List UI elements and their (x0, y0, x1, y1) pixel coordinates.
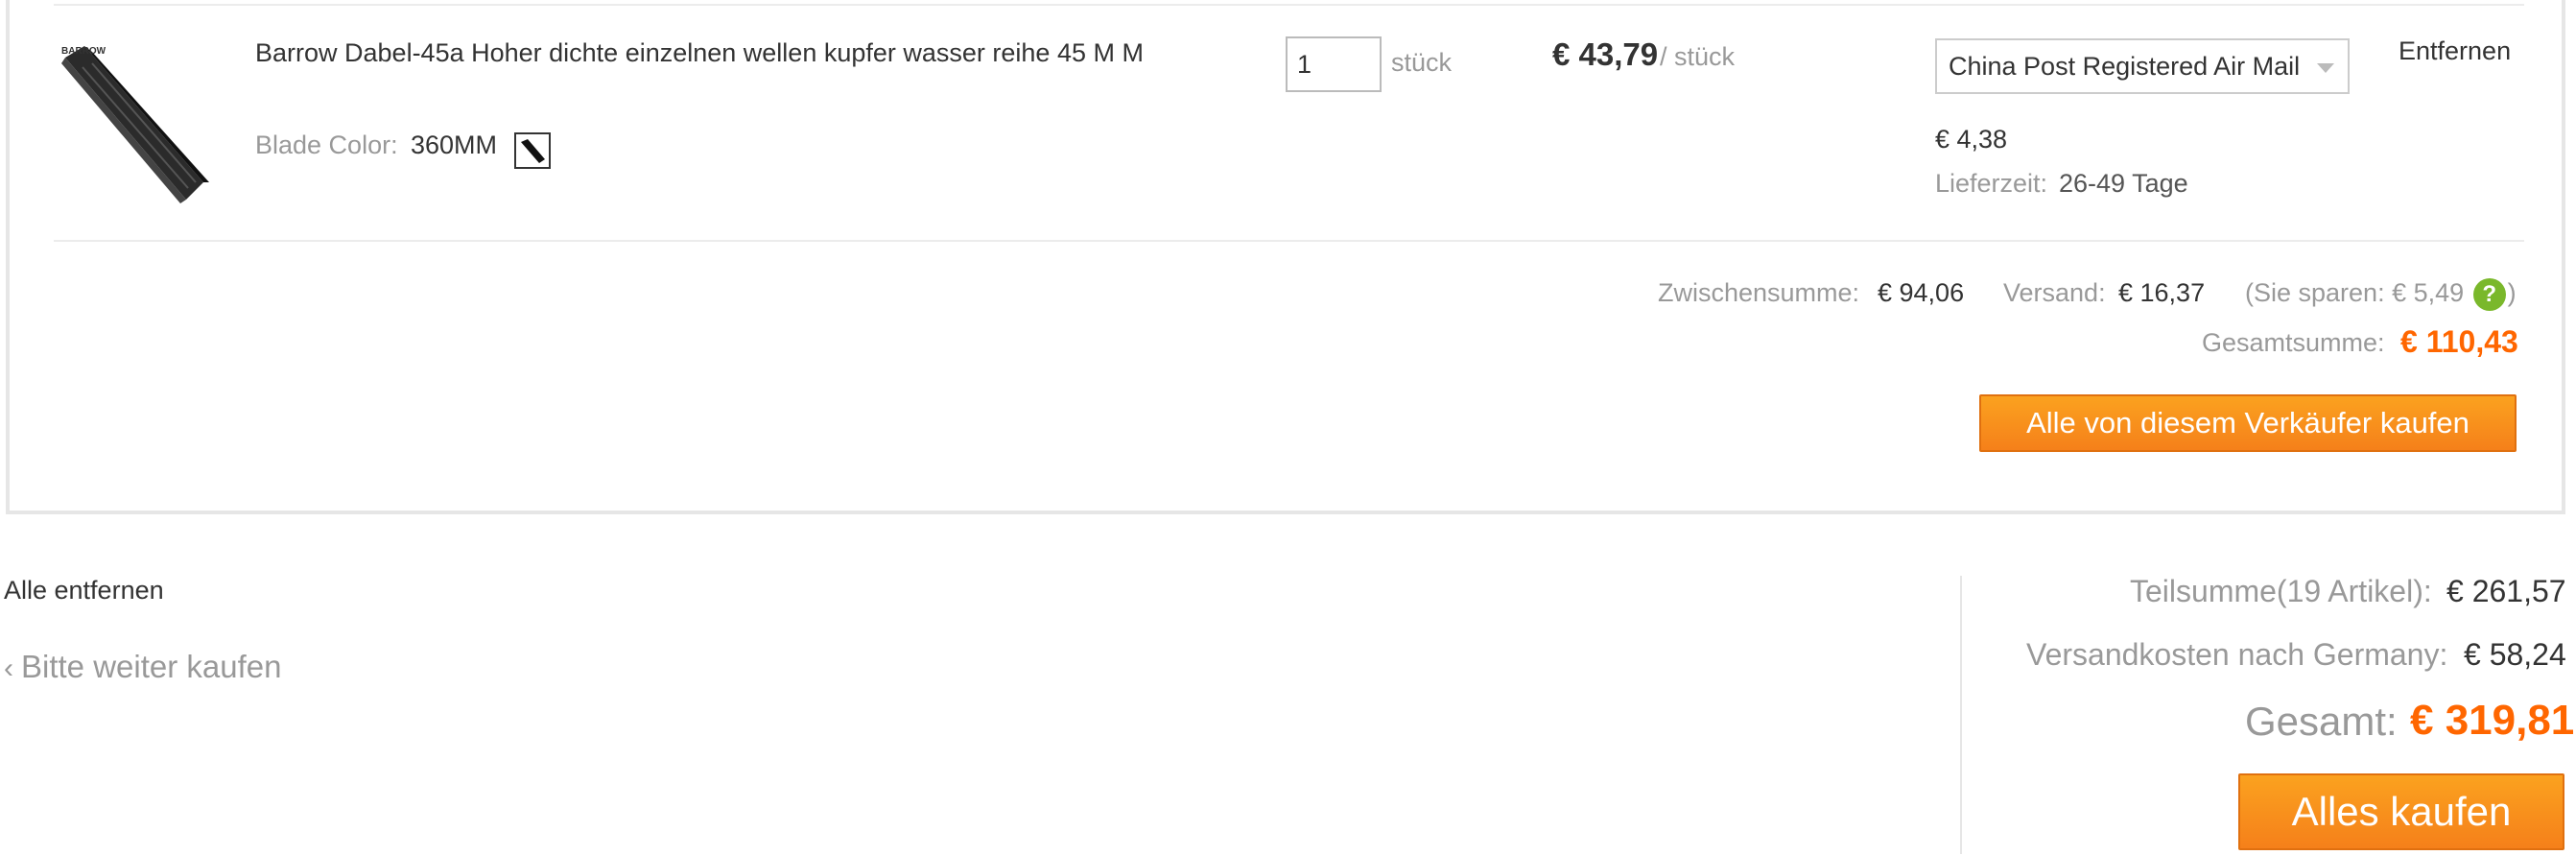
price-unit: / stück (1660, 42, 1736, 71)
radiator-image: BARROW (61, 46, 209, 203)
partial-sum-value: € 261,57 (2446, 574, 2566, 608)
caret-down-icon (2317, 63, 2334, 73)
savings-close: ) (2507, 278, 2517, 308)
shipping-cost: € 4,38 (1935, 125, 2008, 154)
seller-total-label: Gesamtsumme: (2202, 328, 2385, 357)
subtotal-label: Zwischensumme: (1658, 278, 1860, 307)
attribute-value: 360MM (411, 131, 498, 159)
remove-all-link[interactable]: Alle entfernen (4, 576, 164, 606)
color-swatch (514, 132, 551, 169)
attribute-label: Blade Color: (255, 131, 398, 159)
seller-shipping-label: Versand: (2003, 278, 2106, 307)
continue-shopping-label: Bitte weiter kaufen (21, 649, 282, 684)
seller-shipping-value: € 16,37 (2118, 278, 2206, 307)
subtotal-value: € 94,06 (1878, 278, 1965, 307)
savings-text: (Sie sparen: € 5,49 (2245, 278, 2465, 308)
quantity-unit: stück (1391, 48, 1453, 77)
chevron-left-icon: ‹ (4, 653, 13, 684)
buy-all-button[interactable]: Alles kaufen (2238, 773, 2564, 850)
seller-total-value: € 110,43 (2400, 324, 2518, 359)
unit-price: € 43,79 (1552, 36, 1659, 72)
quantity-input[interactable] (1286, 36, 1382, 92)
delivery-time-value: 26-49 Tage (2059, 169, 2188, 198)
grand-total-value: € 319,81 (2410, 697, 2575, 744)
product-title[interactable]: Barrow Dabel-45a Hoher dichte einzelnen … (255, 35, 1176, 71)
svg-text:BARROW: BARROW (61, 46, 106, 57)
divider (54, 4, 2524, 6)
shipping-to-country-value: € 58,24 (2464, 637, 2566, 672)
buy-from-seller-button[interactable]: Alle von diesem Verkäufer kaufen (1979, 394, 2517, 452)
product-thumbnail[interactable]: BARROW (54, 38, 226, 211)
delivery-time-label: Lieferzeit: (1935, 169, 2048, 198)
partial-sum-label: Teilsumme(19 Artikel): (2130, 574, 2432, 608)
question-circle-icon[interactable]: ? (2472, 278, 2506, 311)
vertical-divider (1960, 576, 1962, 854)
remove-item-link[interactable]: Entfernen (2399, 36, 2511, 66)
grand-total-label: Gesamt: (2245, 699, 2398, 744)
savings-note: (Sie sparen: € 5,49 ?) (2245, 278, 2517, 311)
shipping-method-value: China Post Registered Air Mail (1949, 52, 2301, 81)
divider (54, 240, 2524, 242)
shipping-to-country-label: Versandkosten nach Germany: (2026, 637, 2448, 672)
continue-shopping-link[interactable]: ‹ Bitte weiter kaufen (4, 649, 281, 685)
shipping-method-select[interactable]: China Post Registered Air Mail (1935, 38, 2350, 94)
